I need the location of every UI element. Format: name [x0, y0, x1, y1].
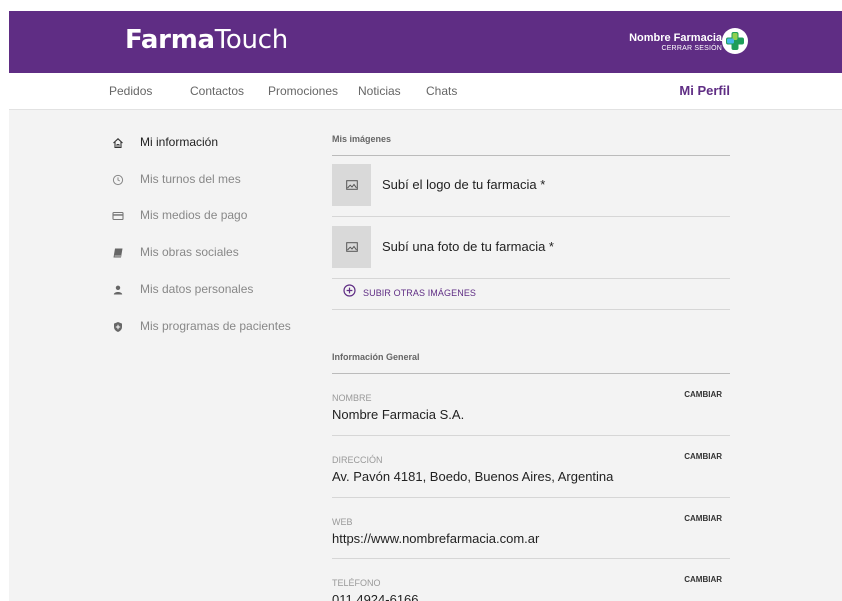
logout-link[interactable]: CERRAR SESIÓN — [629, 44, 722, 53]
sidebar-item-label: Mi información — [140, 135, 219, 149]
field-value: https://www.nombrefarmacia.com.ar — [332, 531, 540, 546]
sidebar-item-label: Mis obras sociales — [140, 245, 239, 259]
field-direccion: DIRECCIÓN Av. Pavón 4181, Boedo, Buenos … — [332, 435, 730, 497]
plus-circle-icon — [343, 284, 356, 302]
sidebar-item-label: Mis datos personales — [140, 282, 254, 296]
home-icon — [112, 136, 124, 149]
account-info: Nombre Farmacia CERRAR SESIÓN — [629, 32, 722, 53]
person-icon — [112, 283, 124, 295]
divider — [332, 278, 730, 279]
field-telefono: TELÉFONO 011 4924-6166 CAMBIAR — [332, 558, 730, 601]
logo-bold: Farma — [125, 25, 215, 55]
sidebar-item-label: Mis programas de pacientes — [140, 319, 291, 333]
sidebar-item-mi-informacion[interactable]: Mi información — [112, 133, 218, 151]
divider — [332, 309, 730, 310]
app-window: FarmaTouch Nombre Farmacia CERRAR SESIÓN… — [9, 11, 842, 601]
field-web: WEB https://www.nombrefarmacia.com.ar CA… — [332, 497, 730, 559]
nav-contactos[interactable]: Contactos — [190, 84, 244, 98]
field-label: WEB — [332, 517, 353, 527]
image-placeholder — [332, 164, 371, 206]
nav-promociones[interactable]: Promociones — [268, 84, 338, 98]
pharmacy-cross-avatar[interactable] — [722, 28, 748, 54]
clock-icon — [112, 173, 124, 186]
upload-more-label: SUBIR OTRAS IMÁGENES — [363, 288, 477, 298]
upload-logo-label: Subí el logo de tu farmacia * — [382, 177, 546, 192]
image-placeholder — [332, 226, 371, 268]
nav-noticias[interactable]: Noticias — [358, 84, 401, 98]
sidebar-item-programas-pacientes[interactable]: Mis programas de pacientes — [112, 317, 291, 335]
top-bar: FarmaTouch Nombre Farmacia CERRAR SESIÓN — [9, 11, 842, 73]
field-label: DIRECCIÓN — [332, 455, 383, 465]
general-section-title: Información General — [332, 352, 420, 362]
sidebar-item-medios-de-pago[interactable]: Mis medios de pago — [112, 206, 247, 224]
upload-photo-row[interactable]: Subí una foto de tu farmacia * — [332, 226, 730, 268]
logo-light: Touch — [214, 25, 288, 55]
image-icon — [345, 242, 358, 252]
field-value: 011 4924-6166 — [332, 592, 419, 601]
change-telefono-button[interactable]: CAMBIAR — [684, 575, 722, 584]
nav-chats[interactable]: Chats — [426, 84, 457, 98]
nav-pedidos[interactable]: Pedidos — [109, 84, 152, 98]
change-direccion-button[interactable]: CAMBIAR — [684, 452, 722, 461]
upload-more-images-button[interactable]: SUBIR OTRAS IMÁGENES — [343, 284, 476, 302]
upload-logo-row[interactable]: Subí el logo de tu farmacia * — [332, 164, 730, 206]
nav-mi-perfil[interactable]: Mi Perfil — [679, 83, 730, 98]
image-icon — [345, 180, 358, 190]
sidebar-item-label: Mis medios de pago — [140, 208, 248, 222]
field-label: TELÉFONO — [332, 578, 381, 588]
field-value: Av. Pavón 4181, Boedo, Buenos Aires, Arg… — [332, 469, 614, 484]
sidebar-item-obras-sociales[interactable]: Mis obras sociales — [112, 243, 239, 261]
main-nav: Pedidos Contactos Promociones Noticias C… — [9, 73, 842, 110]
shield-icon — [112, 320, 124, 332]
field-value: Nombre Farmacia S.A. — [332, 407, 465, 422]
book-icon — [112, 246, 124, 258]
pharmacy-cross-icon — [726, 32, 744, 50]
change-nombre-button[interactable]: CAMBIAR — [684, 390, 722, 399]
images-section-title: Mis imágenes — [332, 134, 392, 144]
farmatouch-logo[interactable]: FarmaTouch — [125, 25, 288, 55]
sidebar-item-turnos[interactable]: Mis turnos del mes — [112, 170, 241, 188]
sidebar-item-datos-personales[interactable]: Mis datos personales — [112, 280, 253, 298]
sidebar-item-label: Mis turnos del mes — [140, 172, 241, 186]
upload-photo-label: Subí una foto de tu farmacia * — [382, 239, 554, 254]
divider — [332, 155, 730, 156]
credit-card-icon — [112, 209, 124, 221]
change-web-button[interactable]: CAMBIAR — [684, 514, 722, 523]
field-label: NOMBRE — [332, 393, 372, 403]
divider — [332, 216, 730, 217]
pharmacy-name: Nombre Farmacia — [629, 32, 722, 44]
field-nombre: NOMBRE Nombre Farmacia S.A. CAMBIAR — [332, 373, 730, 435]
